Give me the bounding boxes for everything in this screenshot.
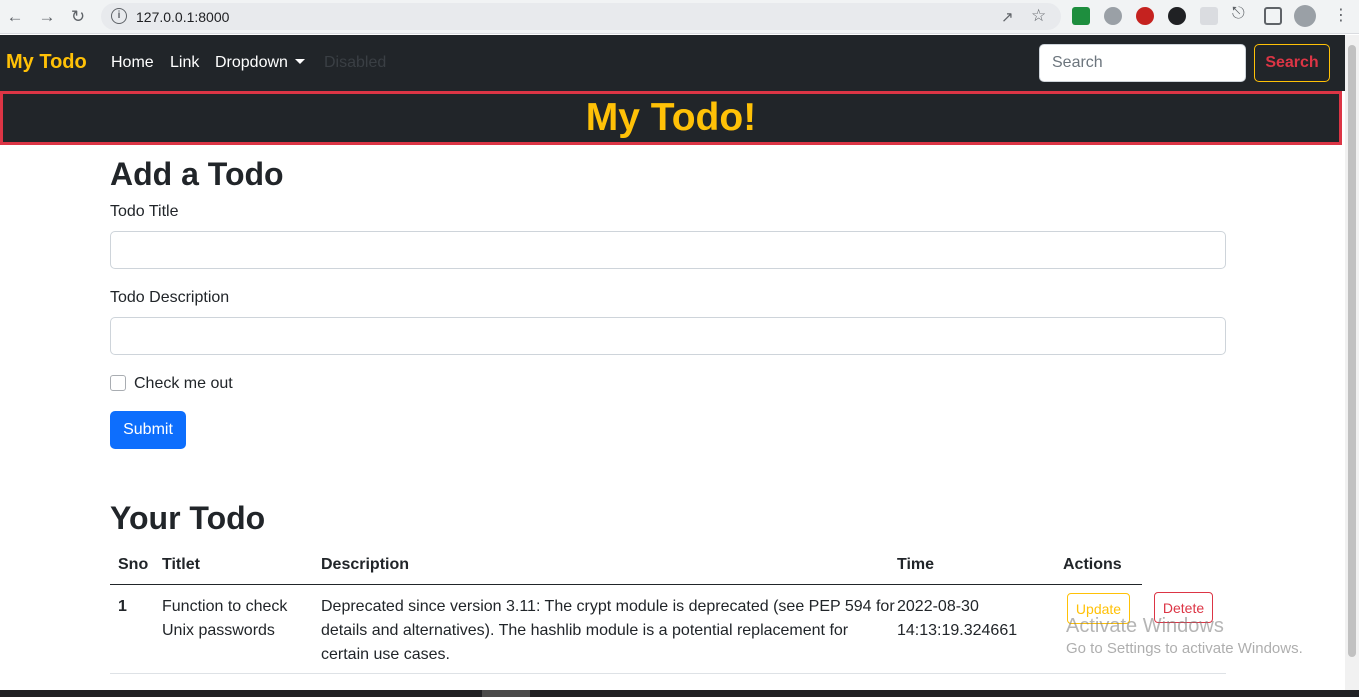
back-arrow-icon[interactable]: ← (4, 6, 26, 28)
hero-banner: My Todo! (0, 91, 1342, 145)
nav-dropdown[interactable]: Dropdown (215, 54, 305, 72)
cell-title-line: Unix passwords (162, 622, 275, 639)
todo-description-input[interactable] (110, 317, 1226, 355)
column-header-description: Description (321, 556, 410, 573)
extension-icon[interactable] (1104, 7, 1122, 25)
todo-title-label: Todo Title (110, 203, 179, 220)
caret-down-icon (294, 59, 305, 64)
image-extension-icon[interactable] (1072, 7, 1090, 25)
check-me-out-checkbox[interactable] (110, 375, 126, 391)
forward-arrow-icon[interactable]: → (36, 6, 58, 28)
nav-dropdown-label: Dropdown (215, 54, 288, 71)
sidebar-icon[interactable] (1264, 7, 1282, 25)
menu-dots-icon[interactable]: ⋮ (1333, 5, 1349, 25)
column-header-sno: Sno (118, 556, 149, 573)
cell-title: Function to check Unix passwords (162, 595, 287, 643)
hero-title: My Todo! (585, 96, 757, 139)
circle-extension-icon[interactable] (1168, 7, 1186, 25)
table-row-divider (110, 673, 1226, 674)
puzzle-icon[interactable]: ⎋ (1232, 5, 1245, 23)
cell-description-line: certain use cases. (321, 646, 450, 663)
taskbar-strip (0, 690, 1359, 697)
add-todo-heading: Add a Todo (110, 156, 284, 192)
avatar[interactable] (1294, 5, 1316, 27)
table-header-divider (110, 584, 1142, 585)
column-header-actions: Actions (1063, 556, 1122, 573)
check-me-out-label[interactable]: Check me out (134, 375, 233, 393)
cell-time-clock: 14:13:19.324661 (897, 622, 1018, 639)
todo-title-input[interactable] (110, 231, 1226, 269)
cell-description: Deprecated since version 3.11: The crypt… (321, 595, 895, 667)
cell-time: 2022-08-30 14:13:19.324661 (897, 595, 1017, 643)
nav-link-disabled: Disabled (324, 54, 387, 71)
brand-logo[interactable]: My Todo (6, 51, 87, 74)
your-todo-heading: Your Todo (110, 500, 266, 536)
reload-icon[interactable]: ↻ (67, 6, 89, 28)
browser-toolbar: ← → ↻ i 127.0.0.1:8000 ↗ ☆ ⎋ ⋮ (0, 0, 1359, 34)
search-input[interactable] (1039, 44, 1246, 82)
column-header-title: Titlet (162, 556, 200, 573)
address-bar[interactable]: i 127.0.0.1:8000 ↗ ☆ (101, 3, 1061, 30)
cell-title-line: Function to check (162, 598, 288, 615)
taskbar-thumb (482, 690, 530, 697)
todo-description-label: Todo Description (110, 289, 230, 306)
activate-windows-subtitle: Go to Settings to activate Windows. (1066, 640, 1303, 657)
share-icon[interactable]: ↗ (1001, 8, 1014, 26)
scrollbar-thumb[interactable] (1348, 45, 1356, 657)
cloud-extension-icon[interactable] (1200, 7, 1218, 25)
cell-description-line: Deprecated since version 3.11: The crypt… (321, 598, 895, 615)
nav-link-link[interactable]: Link (170, 54, 199, 72)
activate-windows-title: Activate Windows (1066, 615, 1224, 637)
bookmark-star-icon[interactable]: ☆ (1031, 6, 1046, 26)
navbar: My Todo Home Link Dropdown Disabled Sear… (0, 35, 1345, 91)
submit-button[interactable]: Submit (110, 411, 186, 449)
shield-extension-icon[interactable] (1136, 7, 1154, 25)
info-icon[interactable]: i (111, 8, 127, 24)
cell-sno: 1 (118, 598, 127, 615)
search-button[interactable]: Search (1254, 44, 1330, 82)
cell-description-line: details and alternatives). The hashlib m… (321, 622, 849, 639)
address-url[interactable]: 127.0.0.1:8000 (136, 9, 229, 25)
nav-link-home[interactable]: Home (111, 54, 154, 72)
cell-time-date: 2022-08-30 (897, 598, 979, 615)
column-header-time: Time (897, 556, 935, 573)
vertical-scrollbar[interactable] (1345, 35, 1359, 690)
